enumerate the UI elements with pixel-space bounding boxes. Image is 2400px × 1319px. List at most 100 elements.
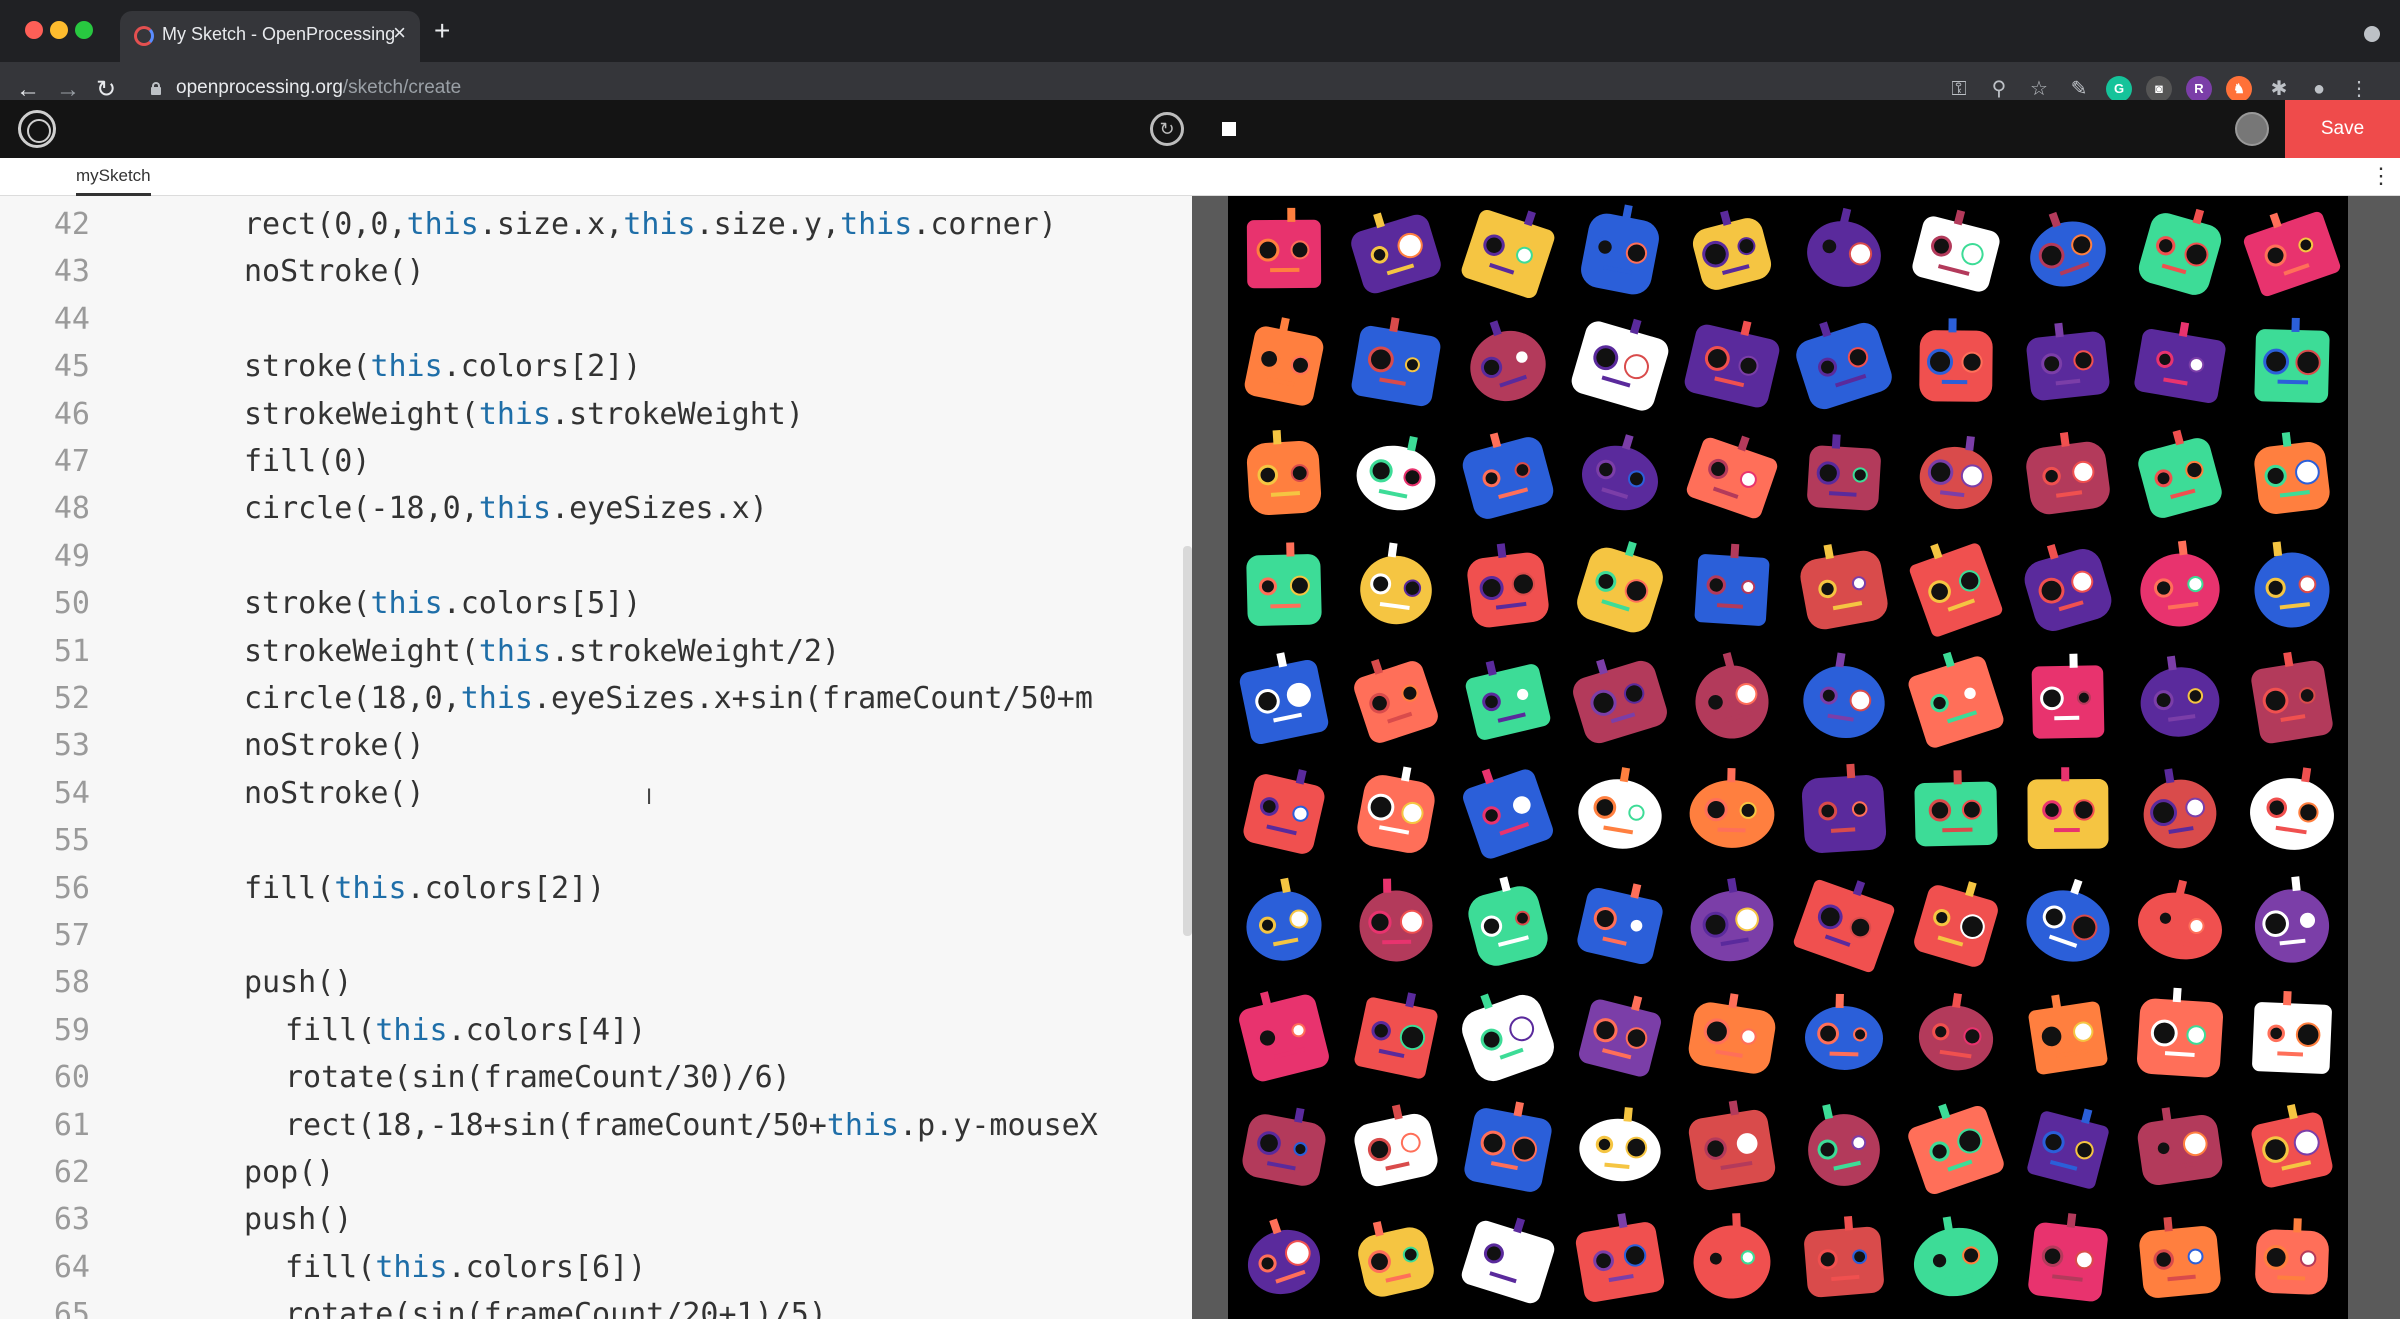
tab-title: My Sketch - OpenProcessing: [162, 24, 396, 44]
line-number: 54: [53, 775, 90, 811]
code-line[interactable]: 48 circle(-18,0,this.eyeSizes.x): [0, 485, 1192, 532]
robot-face: [1357, 766, 1435, 853]
robot-face: [1242, 1107, 1326, 1186]
file-menu-icon[interactable]: ⋮: [2370, 164, 2392, 188]
robot-face: [1694, 543, 1770, 626]
code-line[interactable]: 46 strokeWeight(this.strokeWeight): [0, 391, 1192, 438]
line-code: fill(0): [244, 444, 371, 479]
line-number: 51: [53, 633, 90, 669]
tab-search-icon[interactable]: [2364, 26, 2380, 42]
code-line[interactable]: 51 strokeWeight(this.strokeWeight/2): [0, 628, 1192, 675]
code-line[interactable]: 58 push(): [0, 959, 1192, 1006]
line-code: noStroke(): [244, 728, 425, 764]
browser-tab-bar: My Sketch - OpenProcessing × +: [0, 0, 2400, 62]
restart-sketch-icon[interactable]: ↻: [1150, 112, 1184, 146]
robot-face: [1801, 763, 1887, 853]
code-line[interactable]: 45 stroke(this.colors[2]): [0, 343, 1192, 390]
robot-face: [1244, 317, 1324, 406]
robot-face: [1470, 320, 1546, 402]
sketch-preview[interactable]: [1228, 196, 2348, 1319]
robot-face: [1688, 993, 1776, 1074]
code-line[interactable]: 49: [0, 533, 1192, 580]
line-code: push(): [244, 1202, 353, 1238]
line-code: push(): [244, 965, 353, 1001]
url-input[interactable]: openprocessing.org/sketch/create: [176, 77, 461, 99]
puzzle-extension-icon[interactable]: ✱: [2266, 76, 2292, 102]
tab-mysketch[interactable]: mySketch: [76, 166, 151, 196]
robot-face: [1356, 436, 1436, 511]
avatar[interactable]: [2235, 112, 2269, 146]
robot-face: [2251, 651, 2333, 744]
editor-scrollbar[interactable]: [1183, 546, 1192, 936]
robot-face: [1919, 318, 1993, 402]
grammarly-extension-icon[interactable]: G: [2106, 76, 2132, 102]
code-line[interactable]: 47 fill(0): [0, 438, 1192, 485]
code-line[interactable]: 60 rotate(sin(frameCount/30)/6): [0, 1054, 1192, 1101]
robot-face: [1582, 434, 1658, 511]
robot-face: [1462, 993, 1554, 1082]
robot-face: [1351, 212, 1441, 294]
code-line[interactable]: 62 pop(): [0, 1149, 1192, 1196]
robot-face: [1247, 1218, 1321, 1295]
robot-face: [2143, 768, 2217, 849]
code-line[interactable]: 42 rect(0,0,this.size.x,this.size.y,this.…: [0, 201, 1192, 248]
new-tab-button[interactable]: +: [434, 17, 450, 45]
code-line[interactable]: 57: [0, 912, 1192, 959]
robot-face: [1359, 878, 1433, 962]
robot-face: [1803, 652, 1885, 739]
robot-face: [1804, 1216, 1884, 1298]
code-editor[interactable]: 42 rect(0,0,this.size.x,this.size.y,this.…: [0, 196, 1192, 1319]
line-code: rect(0,0,this.size.x,this.size.y,this.co…: [244, 207, 1057, 242]
code-line[interactable]: 56 fill(this.colors[2]): [0, 865, 1192, 912]
zoom-icon[interactable]: ⚲: [1986, 76, 2012, 102]
save-button[interactable]: Save: [2285, 100, 2400, 158]
openprocessing-logo-icon[interactable]: [18, 110, 56, 148]
window-maximize-button[interactable]: [75, 21, 93, 39]
code-line[interactable]: 54 noStroke(): [0, 770, 1192, 817]
window-minimize-button[interactable]: [50, 21, 68, 39]
pane-divider[interactable]: [1192, 196, 1228, 1319]
text-cursor-icon: I: [646, 784, 653, 809]
star-icon[interactable]: ☆: [2026, 76, 2052, 102]
code-line[interactable]: 43 noStroke(): [0, 248, 1192, 295]
line-number: 61: [53, 1107, 90, 1143]
stop-sketch-icon[interactable]: [1222, 122, 1236, 136]
fox-extension-icon[interactable]: ♞: [2226, 76, 2252, 102]
lock-icon[interactable]: [150, 82, 162, 96]
key-icon[interactable]: ⚿: [1946, 76, 1972, 102]
code-line[interactable]: 52 circle(18,0,this.eyeSizes.x+sin(frameC…: [0, 675, 1192, 722]
code-line[interactable]: 64 fill(this.colors[6]): [0, 1244, 1192, 1291]
code-line[interactable]: 44: [0, 296, 1192, 343]
robot-face: [2140, 540, 2220, 627]
robot-face: [1463, 768, 1553, 859]
robot-face: [2028, 1213, 2108, 1302]
line-number: 63: [53, 1202, 90, 1238]
code-line[interactable]: 53 noStroke(): [0, 722, 1192, 769]
profile-icon[interactable]: ●: [2306, 76, 2332, 102]
window-close-button[interactable]: [25, 21, 43, 39]
line-number: 53: [53, 728, 90, 764]
robot-face: [1578, 767, 1662, 849]
code-line[interactable]: 61 rect(18,-18+sin(frameCount/50+this.p.y…: [0, 1102, 1192, 1149]
url-host: openprocessing.org: [176, 77, 343, 98]
robot-face: [1575, 1213, 1665, 1302]
line-number: 49: [53, 538, 90, 574]
code-line[interactable]: 59 fill(this.colors[4]): [0, 1007, 1192, 1054]
browser-tab-active[interactable]: My Sketch - OpenProcessing ×: [120, 11, 420, 62]
tab-close-icon[interactable]: ×: [393, 22, 406, 44]
camera-extension-icon[interactable]: ◙: [2146, 76, 2172, 102]
code-line[interactable]: 50 stroke(this.colors[5]): [0, 580, 1192, 627]
line-code: fill(this.colors[4]): [285, 1012, 647, 1048]
robot-face: [1577, 541, 1663, 633]
robot-face: [1573, 659, 1667, 744]
code-line[interactable]: 55: [0, 817, 1192, 864]
robot-face: [2026, 322, 2110, 401]
robot-face: [2138, 208, 2222, 295]
r-extension-icon[interactable]: R: [2186, 76, 2212, 102]
robot-face: [1461, 1217, 1555, 1304]
line-number: 52: [53, 681, 90, 716]
code-line[interactable]: 63 push(): [0, 1196, 1192, 1243]
more-menu-icon[interactable]: ⋮: [2346, 76, 2372, 102]
pen-extension-icon[interactable]: ✎: [2066, 76, 2092, 102]
code-line[interactable]: 65 rotate(sin(frameCount/20+1)/5): [0, 1291, 1192, 1319]
